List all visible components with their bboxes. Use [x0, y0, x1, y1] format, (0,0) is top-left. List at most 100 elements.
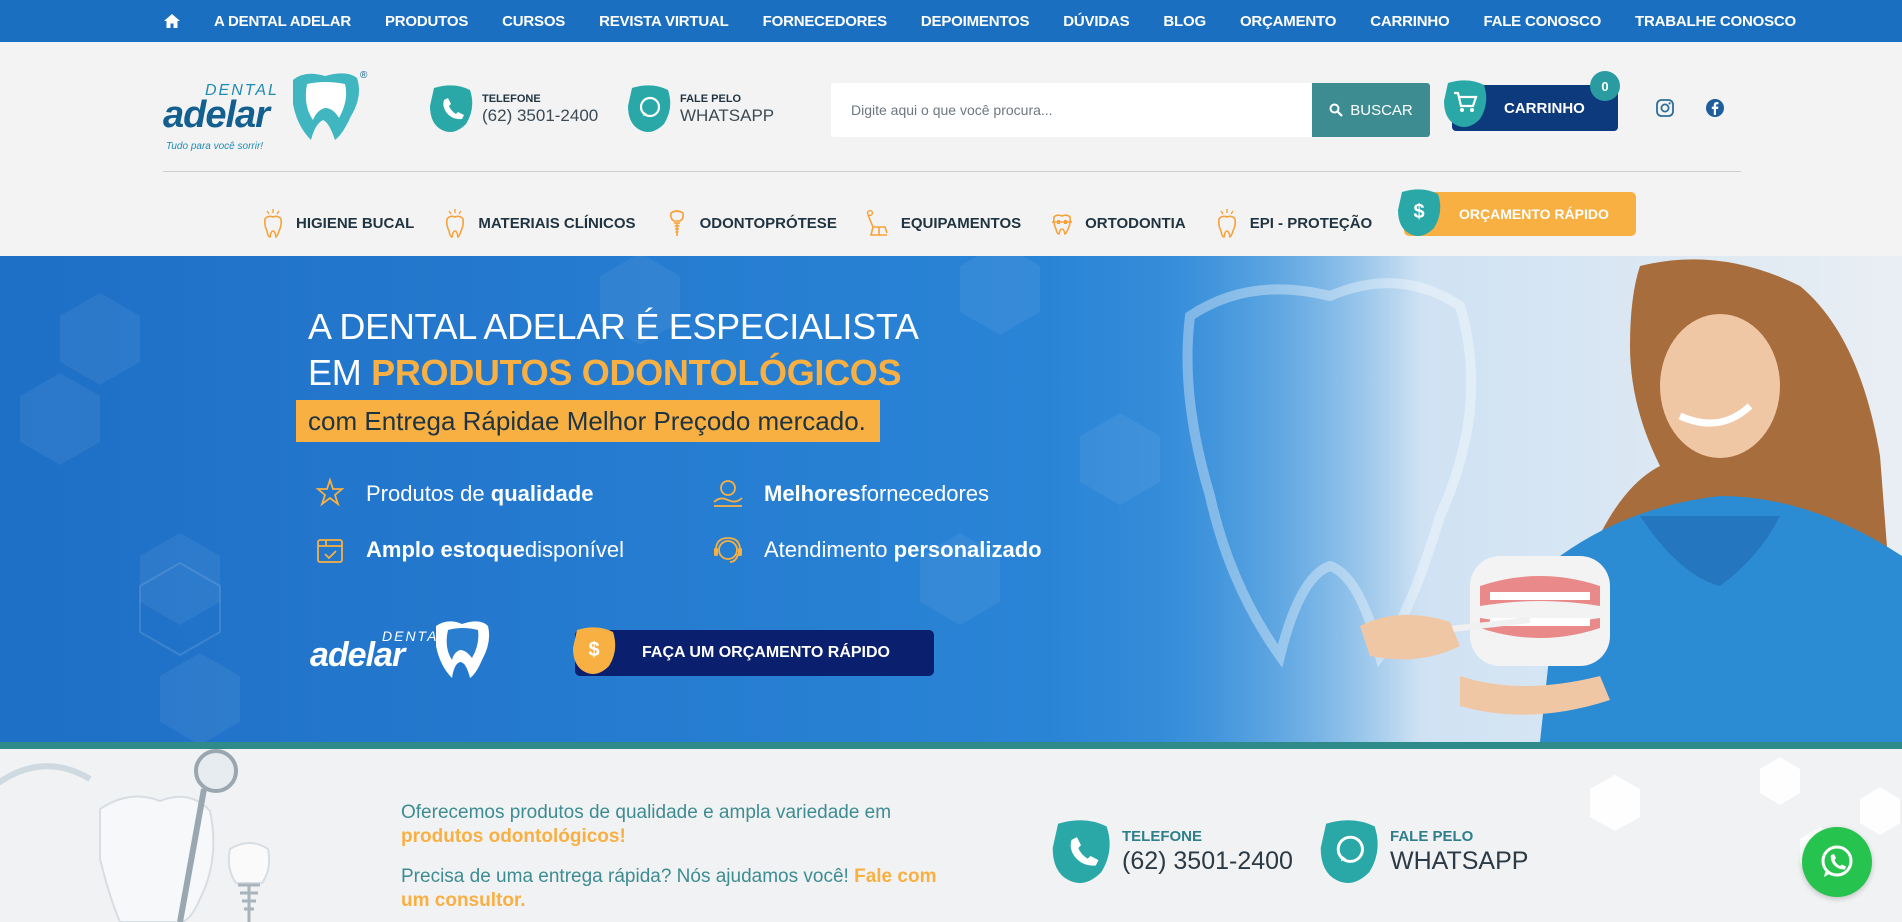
hero-quote-label: FAÇA UM ORÇAMENTO RÁPIDO [642, 644, 890, 661]
box-icon [317, 539, 343, 563]
nav-item-fornecedores[interactable]: FORNECEDORES [763, 13, 887, 30]
category-epi-protecao[interactable]: EPI - PROTEÇÃO [1214, 207, 1373, 239]
search-button[interactable]: BUSCAR [1312, 83, 1430, 137]
home-icon[interactable] [162, 11, 182, 31]
feature-text: Atendimento [764, 537, 888, 562]
band-text: e [545, 405, 560, 436]
svg-text:$: $ [588, 639, 599, 661]
bottom-whatsapp[interactable]: FALE PELO WHATSAPP [1318, 817, 1528, 887]
whatsapp-icon [1320, 820, 1378, 883]
category-label: HIGIENE BUCAL [296, 214, 415, 232]
category-equipamentos[interactable]: EQUIPAMENTOS [865, 207, 1021, 239]
whatsapp-icon [1821, 845, 1853, 877]
logo-tagline: Tudo para você sorrir! [166, 141, 264, 152]
whatsapp-icon [628, 85, 671, 132]
phone-label: TELEFONE [1122, 828, 1203, 845]
facebook-icon[interactable] [1705, 98, 1725, 118]
tooth-implant-image [0, 749, 271, 922]
registered-mark: ® [360, 70, 368, 81]
whatsapp-floating-button[interactable] [1802, 827, 1872, 897]
dentist-photo [1160, 256, 1902, 742]
whatsapp-value: WHATSAPP [1390, 847, 1529, 875]
tooth-logo-icon [436, 621, 490, 678]
phone-label: TELEFONE [482, 93, 541, 105]
header-divider [163, 171, 1741, 172]
hero-headline: A DENTAL ADELAR É ESPECIALISTA EM PRODUT… [308, 304, 919, 396]
tooth-icon [263, 209, 283, 238]
quick-quote-label: ORÇAMENTO RÁPIDO [1459, 206, 1609, 222]
category-higiene-bucal[interactable]: HIGIENE BUCAL [260, 207, 414, 239]
phone-value: (62) 3501-2400 [482, 106, 599, 125]
braces-icon [1052, 214, 1073, 235]
feature-bold: qualidade [490, 481, 594, 506]
whatsapp-label: FALE PELO [1390, 828, 1474, 845]
category-label: MATERIAIS CLÍNICOS [478, 214, 636, 232]
handshake-icon [713, 480, 743, 507]
whatsapp-value: WHATSAPP [680, 106, 775, 125]
hero-headline-line2-pre: EM [308, 352, 372, 393]
feature-bold: personalizado [893, 537, 1042, 562]
hero-quote-button[interactable]: $ FAÇA UM ORÇAMENTO RÁPIDO [573, 627, 934, 676]
tooth-icon [1217, 209, 1236, 238]
logo-adelar-text: adelar [163, 94, 270, 136]
category-menu: HIGIENE BUCAL MATERIAIS CLÍNICOS ODONTOP… [260, 198, 1400, 248]
feature-quality: Produtos de qualidade [312, 476, 593, 512]
nav-item-duvidas[interactable]: DÚVIDAS [1063, 13, 1129, 30]
info-highlight: produtos odontológicos! [401, 826, 626, 847]
header-phone[interactable]: TELEFONE (62) 3501-2400 [428, 84, 598, 134]
phone-icon [430, 85, 473, 132]
tooth-icon [446, 209, 465, 238]
feature-service: Atendimento personalizado [710, 532, 1042, 568]
category-label: ORTODONTIA [1085, 214, 1186, 232]
nav-item-a-dental-adelar[interactable]: A DENTAL ADELAR [214, 13, 351, 30]
feature-bold: Melhores [764, 481, 861, 506]
site-logo[interactable]: DENTAL adelar Tudo para você sorrir! ® [163, 70, 373, 160]
nav-item-trabalhe-conosco[interactable]: TRABALHE CONOSCO [1635, 13, 1796, 30]
band-text: Entrega Rápida [364, 405, 546, 436]
nav-item-orcamento[interactable]: ORÇAMENTO [1240, 13, 1336, 30]
feature-text: fornecedores [860, 481, 990, 506]
nav-item-blog[interactable]: BLOG [1163, 13, 1206, 30]
quick-quote-button[interactable]: $ ORÇAMENTO RÁPIDO [1398, 189, 1636, 236]
dollar-icon: $ [573, 627, 616, 674]
band-text: com [308, 405, 358, 436]
hero-headline-highlight: PRODUTOS ODONTOLÓGICOS [371, 352, 902, 393]
category-label: EPI - PROTEÇÃO [1249, 214, 1373, 232]
nav-item-carrinho[interactable]: CARRINHO [1370, 13, 1449, 30]
instagram-icon[interactable] [1655, 98, 1675, 118]
hero-bottom-stripe [0, 742, 1902, 749]
cart-button[interactable]: CARRINHO 0 [1444, 71, 1620, 131]
nav-item-revista-virtual[interactable]: REVISTA VIRTUAL [599, 13, 729, 30]
hero-logo: DENTAL adelar [310, 618, 500, 692]
nav-item-produtos[interactable]: PRODUTOS [385, 13, 468, 30]
top-navigation: A DENTAL ADELAR PRODUTOS CURSOS REVISTA … [0, 0, 1902, 42]
search-icon [1329, 103, 1344, 117]
phone-value: (62) 3501-2400 [1122, 847, 1293, 875]
category-materiais-clinicos[interactable]: MATERIAIS CLÍNICOS [442, 207, 636, 239]
nav-item-cursos[interactable]: CURSOS [502, 13, 565, 30]
category-ortodontia[interactable]: ORTODONTIA [1049, 207, 1186, 239]
dollar-icon: $ [1398, 189, 1441, 236]
headset-icon [714, 537, 742, 563]
feature-suppliers: Melhores fornecedores [710, 476, 989, 512]
band-text: Melhor Preço [566, 405, 722, 436]
feature-text: Produtos de [366, 481, 485, 506]
tooth-logo-icon [293, 73, 359, 140]
star-badge-icon [315, 477, 345, 507]
band-text: do mercado. [721, 405, 866, 436]
phone-icon [1052, 820, 1110, 883]
category-odontoprotese[interactable]: ODONTOPRÓTESE [664, 207, 837, 239]
whatsapp-label: FALE PELO [680, 93, 742, 105]
header-whatsapp[interactable]: FALE PELO WHATSAPP [626, 84, 774, 134]
dental-chair-icon [866, 209, 888, 236]
feature-text: disponível [524, 537, 624, 562]
nav-item-depoimentos[interactable]: DEPOIMENTOS [921, 13, 1030, 30]
info-text: Oferecemos produtos de qualidade e ampla… [401, 802, 892, 823]
category-label: ODONTOPRÓTESE [699, 214, 837, 232]
bottom-phone[interactable]: TELEFONE (62) 3501-2400 [1050, 817, 1293, 887]
hero-subheadline-band: com Entrega Rápida e Melhor Preço do mer… [296, 400, 880, 442]
hero-banner: A DENTAL ADELAR É ESPECIALISTA EM PRODUT… [0, 256, 1902, 742]
nav-item-fale-conosco[interactable]: FALE CONOSCO [1483, 13, 1601, 30]
implant-icon [669, 210, 684, 236]
search-input[interactable] [831, 83, 1311, 137]
